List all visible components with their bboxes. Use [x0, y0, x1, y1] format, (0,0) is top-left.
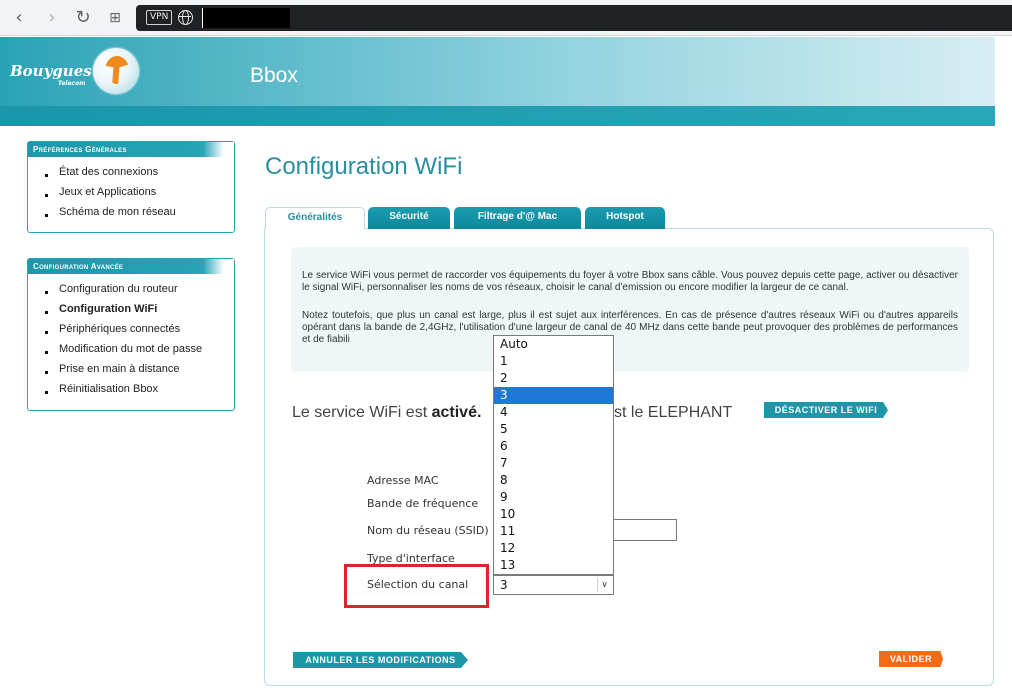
browser-toolbar: ‹ › ↻ ⊞ VPN — [0, 0, 1012, 36]
sidebar-item-router-config[interactable]: Configuration du routeur — [28, 279, 234, 299]
channel-option[interactable]: 9 — [494, 489, 613, 506]
header-title: Bbox — [250, 64, 298, 87]
sidebar-heading: Préférences Générales — [28, 142, 234, 157]
tab-hotspot[interactable]: Hotspot — [585, 207, 665, 229]
forward-icon[interactable]: › — [42, 8, 62, 28]
channel-option[interactable]: 10 — [494, 506, 613, 523]
tab-general[interactable]: Généralités — [265, 207, 365, 229]
validate-button[interactable]: VALIDER — [879, 651, 943, 667]
channel-option[interactable]: 12 — [494, 540, 613, 557]
deactivate-wifi-button[interactable]: DÉSACTIVER LE WIFI — [764, 402, 888, 418]
page-title: Configuration WiFi — [265, 153, 463, 180]
channel-highlight-box — [344, 564, 489, 608]
channel-option[interactable]: 1 — [494, 353, 613, 370]
channel-option[interactable]: 11 — [494, 523, 613, 540]
reload-icon[interactable]: ↻ — [73, 8, 93, 28]
site-header — [0, 37, 995, 107]
info-paragraph-1: Le service WiFi vous permet de raccorder… — [302, 270, 958, 293]
status-state: activé. — [431, 404, 482, 421]
tab-security[interactable]: Sécurité — [368, 207, 450, 229]
channel-option[interactable]: 5 — [494, 421, 613, 438]
channel-select-value: 3 — [500, 578, 508, 592]
sidebar-item-games-apps[interactable]: Jeux et Applications — [28, 182, 234, 202]
channel-option[interactable]: 2 — [494, 370, 613, 387]
info-box: Le service WiFi vous permet de raccorder… — [291, 247, 969, 372]
channel-option[interactable]: 13 — [494, 557, 613, 574]
sidebar-item-wifi-config[interactable]: Configuration WiFi — [28, 299, 234, 319]
vpn-badge[interactable]: VPN — [146, 10, 173, 25]
address-bar[interactable]: VPN — [136, 5, 1012, 31]
channel-select[interactable]: 3 ∨ — [493, 575, 614, 595]
sidebar-item-connected-devices[interactable]: Périphériques connectés — [28, 319, 234, 339]
channel-option[interactable]: 8 — [494, 472, 613, 489]
globe-icon — [178, 10, 193, 25]
logo-text: Bouygues — [10, 62, 92, 80]
mac-address-label: Adresse MAC — [367, 474, 439, 487]
bouygues-logo-icon — [93, 48, 139, 94]
info-paragraph-2: Notez toutefois, que plus un canal est l… — [302, 310, 958, 345]
status-prefix: Le service WiFi est — [292, 404, 432, 421]
ssid-label: Nom du réseau (SSID) — [367, 524, 489, 537]
wifi-status: Le service WiFi est activé. — [292, 404, 481, 422]
sidebar-item-network-map[interactable]: Schéma de mon réseau — [28, 202, 234, 222]
ssid-input[interactable] — [610, 519, 677, 541]
url-text-redacted — [202, 8, 290, 28]
channel-option[interactable]: 6 — [494, 438, 613, 455]
sidebar-item-remote-access[interactable]: Prise en main à distance — [28, 359, 234, 379]
channel-option[interactable]: 4 — [494, 404, 613, 421]
sidebar-item-password[interactable]: Modification du mot de passe — [28, 339, 234, 359]
sidebar-advanced: Configuration Avancée Configuration du r… — [27, 258, 235, 411]
grid-icon[interactable]: ⊞ — [105, 8, 125, 28]
cancel-changes-button[interactable]: ANNULER LES MODIFICATIONS — [293, 652, 468, 668]
sidebar-heading: Configuration Avancée — [28, 259, 234, 274]
back-icon[interactable]: ‹ — [9, 8, 29, 28]
chevron-down-icon[interactable]: ∨ — [597, 578, 611, 592]
channel-option-selected[interactable]: 3 — [494, 387, 613, 404]
frequency-band-label: Bande de fréquence — [367, 497, 479, 510]
logo-subtext: Telecom — [58, 80, 86, 87]
status-suffix: st le ELEPHANT — [614, 404, 733, 421]
channel-option[interactable]: 7 — [494, 455, 613, 472]
header-band — [0, 106, 995, 126]
sidebar-item-reset[interactable]: Réinitialisation Bbox — [28, 379, 234, 399]
tab-mac-filter[interactable]: Filtrage d'@ Mac — [454, 207, 581, 229]
sidebar-item-connections[interactable]: État des connexions — [28, 162, 234, 182]
channel-option[interactable]: Auto — [494, 336, 613, 353]
sidebar-general: Préférences Générales État des connexion… — [27, 141, 235, 233]
channel-dropdown-list[interactable]: Auto 1 2 3 4 5 6 7 8 9 10 11 12 13 — [493, 335, 614, 575]
